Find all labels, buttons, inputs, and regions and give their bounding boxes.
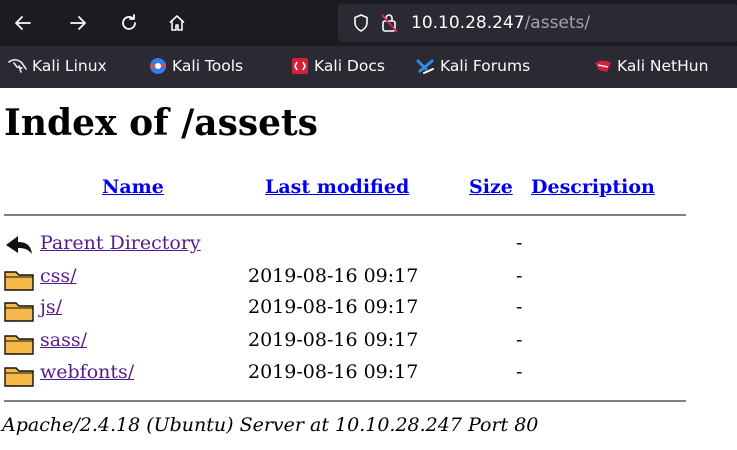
bookmarks-toolbar: Kali Linux Kali Tools Kali Docs Kali For… — [0, 46, 737, 88]
row-size: - — [516, 296, 523, 318]
folder-icon — [4, 267, 36, 296]
column-header-description[interactable]: Description — [531, 176, 655, 198]
home-icon — [169, 15, 185, 31]
header-divider — [4, 214, 686, 216]
column-header-name[interactable]: Name — [102, 176, 164, 198]
bookmark-kali-nethunter[interactable]: Kali NetHun — [593, 57, 708, 75]
forward-arrow-icon — [70, 16, 86, 30]
row-size: - — [516, 265, 523, 287]
footer-divider — [4, 400, 686, 402]
row-date: 2019-08-16 09:17 — [248, 329, 419, 351]
page-content: Index of /assets Name Last modified Size… — [0, 88, 737, 450]
row-size: - — [516, 329, 523, 351]
kali-tools-icon — [148, 57, 168, 75]
kali-nethunter-icon — [593, 57, 613, 75]
url-path: /assets/ — [524, 13, 591, 33]
kali-dragon-icon — [8, 57, 28, 75]
folder-icon — [4, 363, 36, 392]
bookmark-label: Kali NetHun — [617, 57, 709, 75]
bookmark-label: Kali Tools — [172, 57, 244, 75]
server-signature: Apache/2.4.18 (Ubuntu) Server at 10.10.2… — [2, 414, 539, 436]
bookmark-label: Kali Forums — [440, 57, 531, 75]
forward-button[interactable] — [63, 8, 93, 38]
browser-toolbar: 10.10.28.247/assets/ — [0, 0, 737, 46]
table-row: sass/ 2019-08-16 09:17 - — [4, 327, 694, 357]
reload-button[interactable] — [114, 8, 144, 38]
back-button[interactable] — [8, 8, 38, 38]
url-text[interactable]: 10.10.28.247/assets/ — [411, 13, 590, 33]
directory-link-js[interactable]: js/ — [40, 296, 62, 318]
directory-link-webfonts[interactable]: webfonts/ — [40, 361, 134, 383]
table-row: js/ 2019-08-16 09:17 - — [4, 294, 694, 324]
bookmark-label: Kali Docs — [314, 57, 385, 75]
reload-icon — [122, 14, 136, 30]
row-date: 2019-08-16 09:17 — [248, 361, 419, 383]
column-header-last-modified[interactable]: Last modified — [265, 176, 409, 198]
url-bar[interactable]: 10.10.28.247/assets/ — [338, 4, 737, 42]
back-arrow-icon — [4, 234, 34, 263]
directory-link-css[interactable]: css/ — [40, 265, 77, 287]
bookmark-kali-tools[interactable]: Kali Tools — [148, 57, 243, 75]
page-title: Index of /assets — [4, 102, 318, 144]
kali-docs-icon — [290, 57, 310, 75]
kali-forums-icon — [416, 57, 436, 75]
table-row: webfonts/ 2019-08-16 09:17 - — [4, 359, 694, 389]
insecure-lock-icon[interactable] — [380, 12, 400, 34]
back-arrow-icon — [15, 16, 31, 30]
folder-icon — [4, 331, 36, 360]
row-size: - — [516, 361, 523, 383]
parent-directory-link[interactable]: Parent Directory — [40, 232, 201, 254]
row-date: 2019-08-16 09:17 — [248, 265, 419, 287]
table-row: css/ 2019-08-16 09:17 - — [4, 263, 694, 293]
url-host: 10.10.28.247 — [411, 13, 525, 33]
row-size: - — [516, 232, 523, 254]
directory-link-sass[interactable]: sass/ — [40, 329, 87, 351]
bookmark-kali-forums[interactable]: Kali Forums — [416, 57, 530, 75]
folder-icon — [4, 298, 36, 327]
column-header-size[interactable]: Size — [469, 176, 513, 198]
home-button[interactable] — [162, 8, 192, 38]
shield-icon[interactable] — [352, 13, 370, 33]
row-date: 2019-08-16 09:17 — [248, 296, 419, 318]
bookmark-kali-linux[interactable]: Kali Linux — [8, 57, 107, 75]
bookmark-kali-docs[interactable]: Kali Docs — [290, 57, 385, 75]
table-row: Parent Directory - — [4, 230, 694, 260]
bookmark-label: Kali Linux — [32, 57, 107, 75]
